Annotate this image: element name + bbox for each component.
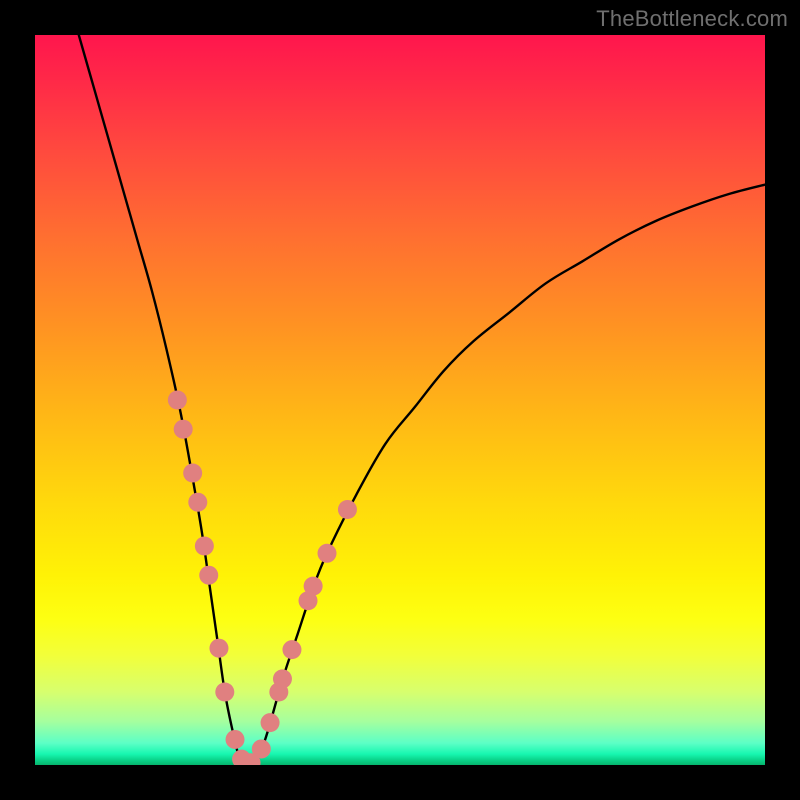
- curve-marker: [209, 639, 228, 658]
- plot-area: [35, 35, 765, 765]
- curve-markers: [168, 391, 357, 766]
- curve-marker: [183, 464, 202, 483]
- curve-marker: [282, 640, 301, 659]
- curve-marker: [174, 420, 193, 439]
- curve-marker: [168, 391, 187, 410]
- curve-marker: [226, 730, 245, 749]
- chart-frame: TheBottleneck.com: [0, 0, 800, 800]
- watermark-text: TheBottleneck.com: [596, 6, 788, 32]
- curve-marker: [199, 566, 218, 585]
- curve-marker: [195, 537, 214, 556]
- curve-marker: [261, 713, 280, 732]
- curve-marker: [304, 577, 323, 596]
- curve-marker: [215, 683, 234, 702]
- curve-marker: [318, 544, 337, 563]
- curve-marker: [252, 739, 271, 758]
- curve-marker: [273, 669, 292, 688]
- curve-svg: [35, 35, 765, 765]
- curve-marker: [188, 493, 207, 512]
- curve-marker: [338, 500, 357, 519]
